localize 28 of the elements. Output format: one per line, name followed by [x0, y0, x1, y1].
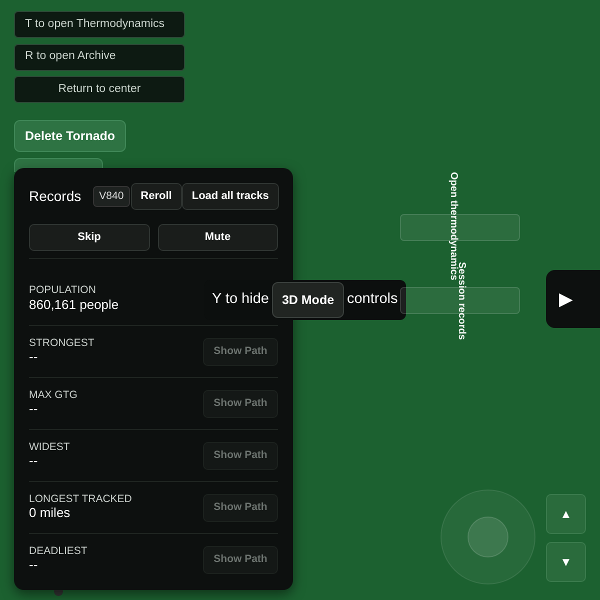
panel-title: Records: [29, 187, 82, 206]
header-button[interactable]: Load all tracks: [182, 183, 279, 210]
record-label: WIDEST: [29, 440, 70, 454]
hotkey-button[interactable]: R to open Archive: [14, 44, 185, 70]
action-button[interactable]: Skip: [29, 224, 150, 251]
record-value: 860,161 people: [29, 296, 119, 314]
record-value: --: [29, 349, 39, 366]
record-label: LONGEST TRACKED: [29, 492, 132, 506]
record-value: --: [29, 453, 39, 470]
record-value: 0 miles: [29, 505, 72, 522]
hint-text: controls: [346, 290, 398, 310]
mode-button[interactable]: 3D Mode: [272, 282, 344, 318]
header-button[interactable]: Reroll: [130, 183, 182, 210]
version-badge: V840: [93, 186, 130, 208]
record-label: STRONGEST: [29, 336, 94, 350]
record-label: DEADLIEST: [29, 544, 88, 558]
hint-text: Y to hide: [212, 290, 269, 310]
record-label: POPULATION: [29, 284, 97, 297]
hotkey-button[interactable]: T to open Thermodynamics: [14, 11, 185, 38]
play-button[interactable]: ▶: [546, 270, 600, 328]
action-button[interactable]: Mute: [158, 224, 278, 251]
up-button[interactable]: ▲: [546, 494, 586, 534]
record-value: --: [29, 401, 39, 418]
return-button[interactable]: Return to center: [14, 76, 185, 103]
record-value: --: [29, 557, 39, 574]
record-label: MAX GTG: [29, 388, 78, 402]
delete-tornado-button[interactable]: Delete Tornado: [14, 120, 126, 152]
down-button[interactable]: ▼: [546, 542, 586, 582]
